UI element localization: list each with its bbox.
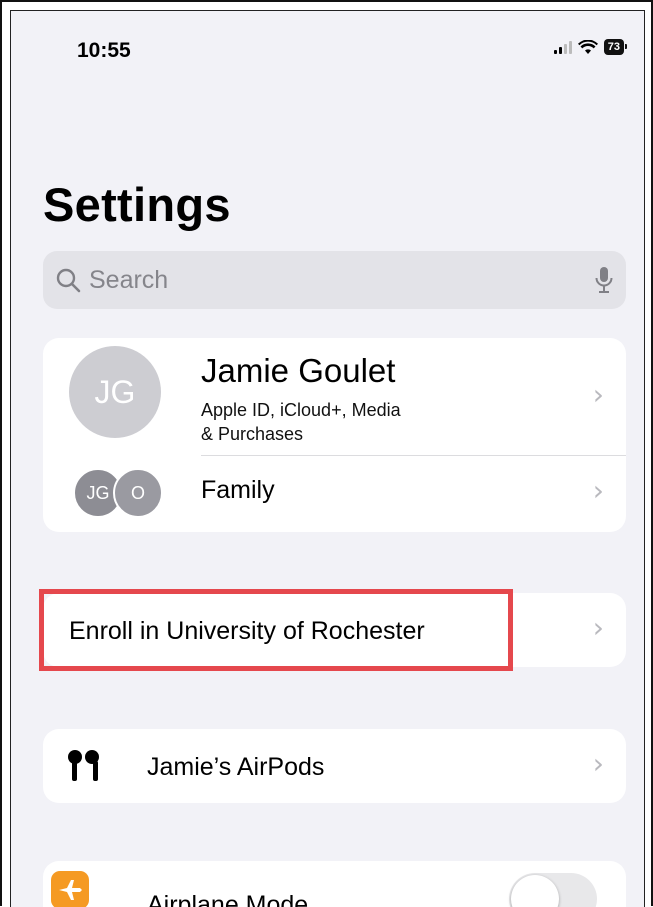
profile-name: Jamie Goulet — [201, 352, 396, 389]
family-avatar-o: O — [113, 468, 163, 518]
profile-subtitle: Apple ID, iCloud+, Media & Purchases — [201, 398, 481, 446]
avatar: JG — [69, 346, 161, 438]
profile-subtitle-line2: & Purchases — [201, 424, 304, 444]
chevron-right-icon: › — [592, 474, 604, 507]
family-row[interactable]: JG O Family › — [43, 456, 626, 532]
search-bar[interactable] — [43, 251, 626, 309]
status-icons: 73 — [553, 39, 628, 55]
search-input[interactable] — [87, 264, 571, 296]
apple-id-row[interactable]: JG Jamie Goulet Apple ID, iCloud+, Media… — [43, 338, 626, 455]
airpods-icon — [68, 750, 99, 781]
cellular-signal-icon — [553, 40, 572, 54]
battery-icon: 73 — [603, 39, 628, 55]
airpods-label: Jamie’s AirPods — [147, 753, 325, 781]
magnifier-icon — [56, 268, 81, 293]
microphone-icon[interactable] — [594, 266, 614, 294]
airplane-mode-toggle[interactable] — [509, 873, 597, 907]
phone-screen: 10:55 73 Settings JG Jamie Goulet — [10, 10, 645, 907]
wifi-icon — [577, 39, 598, 54]
toggle-knob — [511, 875, 559, 907]
profile-subtitle-line1: Apple ID, iCloud+, Media — [201, 400, 401, 420]
chevron-right-icon: › — [592, 378, 604, 411]
airplane-mode-label: Airplane Mode — [147, 891, 309, 907]
page-title: Settings — [43, 178, 231, 231]
family-label: Family — [201, 476, 275, 504]
status-time: 10:55 — [77, 39, 131, 62]
highlight-box — [39, 589, 513, 671]
airpods-row[interactable]: Jamie’s AirPods › — [43, 729, 626, 803]
chevron-right-icon: › — [592, 611, 604, 644]
profile-card: JG Jamie Goulet Apple ID, iCloud+, Media… — [43, 338, 626, 532]
airplane-icon — [51, 871, 89, 907]
chevron-right-icon: › — [592, 747, 604, 780]
